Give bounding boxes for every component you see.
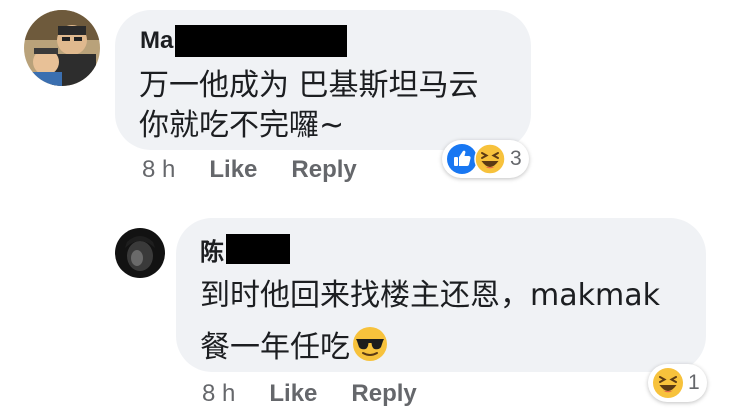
laugh-icon	[474, 143, 506, 175]
comment1-line2: 你就吃不完囉~	[139, 108, 345, 143]
comment2-reactions[interactable]: 1	[648, 364, 707, 402]
comment2-like-button[interactable]: Like	[269, 380, 317, 408]
redaction-bar	[175, 25, 348, 57]
avatar-comment1[interactable]	[24, 10, 100, 86]
comment2-reaction-count: 1	[688, 371, 700, 394]
comment1-bubble: Ma 万一他成为 巴基斯坦马云 你就吃不完囉~	[115, 10, 531, 150]
comment1-like-button[interactable]: Like	[209, 156, 257, 184]
comment1-author[interactable]: Ma	[140, 24, 348, 58]
comment1-timestamp[interactable]: 8 h	[142, 156, 175, 184]
sunglasses-emoji	[353, 327, 387, 361]
redaction-bar	[226, 234, 290, 264]
comment2-line2: 餐一年任吃	[200, 330, 350, 365]
comment2-timestamp[interactable]: 8 h	[202, 380, 235, 408]
comment2-author-name[interactable]: 陈	[200, 232, 224, 267]
comment2-reply-button[interactable]: Reply	[351, 380, 416, 408]
comment1-author-name[interactable]: Ma	[140, 27, 173, 55]
comment1-reply-button[interactable]: Reply	[291, 156, 356, 184]
comment2-line1: 到时他回来找楼主还恩，makmak	[200, 278, 660, 313]
comment2-bubble: 陈 到时他回来找楼主还恩，makmak 餐一年任吃	[176, 218, 706, 372]
comment1-actions: 8 h Like Reply	[142, 156, 357, 184]
comment2-actions: 8 h Like Reply	[202, 380, 417, 408]
comment2-line2-wrap: 餐一年任吃	[200, 322, 388, 366]
laugh-icon	[653, 368, 683, 398]
avatar-comment2[interactable]	[115, 228, 165, 278]
comment2-author[interactable]: 陈	[200, 232, 290, 266]
comment1-reactions[interactable]: 3	[442, 140, 529, 178]
comment1-reaction-count: 3	[510, 147, 522, 170]
comment1-line1: 万一他成为 巴基斯坦马云	[139, 68, 479, 103]
